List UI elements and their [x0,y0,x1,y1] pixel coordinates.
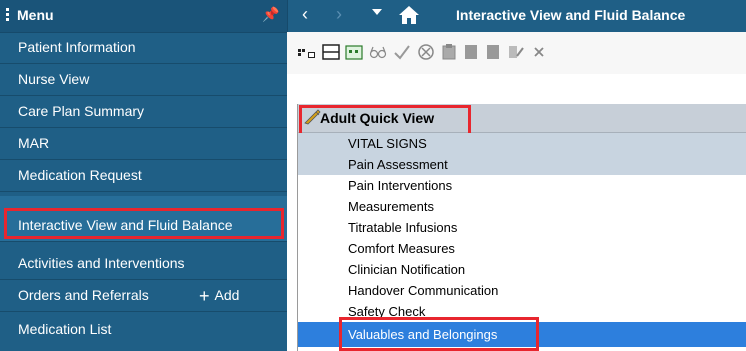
sidebar-item-activities[interactable]: Activities and Interventions [0,248,287,280]
list-item-pain-assessment[interactable]: Pain Assessment [298,154,746,175]
document-icon[interactable] [463,44,479,60]
back-icon[interactable]: ‹ [302,4,308,25]
sidebar: Menu 📌 Patient Information Nurse View Ca… [0,0,287,351]
list-item-label: Pain Assessment [348,157,448,172]
glasses-icon[interactable] [369,44,387,60]
add-button[interactable]: + Add [199,284,240,306]
list-item-label: Titratable Infusions [348,220,458,235]
sidebar-item-interactive-view[interactable]: Interactive View and Fluid Balance [0,196,287,242]
pin-icon[interactable]: 📌 [262,6,279,23]
grid-add-icon[interactable] [297,44,317,60]
list-item-label: VITAL SIGNS [348,136,427,151]
list-item-label: Handover Communication [348,283,499,298]
close-icon[interactable] [532,44,546,60]
list-item-comfort-measures[interactable]: Comfort Measures [298,238,746,259]
sidebar-item-medication-request[interactable]: Medication Request [0,160,287,192]
sidebar-item-label: Care Plan Summary [18,103,145,119]
calendar-icon[interactable] [345,44,363,60]
sidebar-item-orders-referrals[interactable]: Orders and Referrals + Add [0,280,287,312]
menu-title: Menu [17,7,54,23]
band-header[interactable]: Adult Quick View [298,104,746,136]
page-title: Interactive View and Fluid Balance [456,7,686,23]
dropdown-icon[interactable] [372,9,382,15]
list-item-measurements[interactable]: Measurements [298,196,746,217]
document-icon[interactable] [485,44,501,60]
sidebar-item-label: Interactive View and Fluid Balance [18,217,233,233]
add-label: Add [214,287,240,303]
top-nav-bar: ‹ › Interactive View and Fluid Balance [287,0,746,32]
plus-icon: + [199,286,210,306]
list-item-label: Comfort Measures [348,241,455,256]
toolbar [287,32,746,74]
main-content: Adult Quick View VITAL SIGNS Pain Assess… [287,32,746,351]
sidebar-item-label: Patient Information [18,39,136,55]
highlight-box [299,105,471,136]
list-item-label: Pain Interventions [348,178,453,193]
list-item-label: Measurements [348,199,434,214]
document-edit-icon[interactable] [507,44,525,60]
sidebar-item-label: Medication List [18,321,112,337]
sidebar-item-label: MAR [18,135,50,151]
list-item-handover-communication[interactable]: Handover Communication [298,280,746,301]
list-item-vital-signs[interactable]: VITAL SIGNS [298,133,746,154]
clipboard-icon[interactable] [441,44,457,60]
sidebar-item-nurse-view[interactable]: Nurse View [0,64,287,96]
sidebar-item-patient-information[interactable]: Patient Information [0,32,287,64]
layout-icon[interactable] [322,44,340,60]
sidebar-item-label: Activities and Interventions [18,255,185,271]
sidebar-item-label: Nurse View [18,71,90,87]
band-panel: Adult Quick View VITAL SIGNS Pain Assess… [297,104,746,351]
home-icon[interactable] [398,5,420,30]
sidebar-item-medication-list[interactable]: Medication List [0,314,287,346]
menu-header: Menu 📌 [0,0,287,33]
sidebar-item-mar[interactable]: MAR [0,128,287,160]
grip-icon[interactable] [6,8,10,24]
list-item-label: Clinician Notification [348,262,466,277]
checkmark-icon[interactable] [393,44,411,60]
highlight-box [339,317,539,351]
sidebar-item-label: Orders and Referrals [18,287,149,303]
cancel-circle-icon[interactable] [417,44,435,60]
list-item-clinician-notification[interactable]: Clinician Notification [298,259,746,280]
sidebar-item-care-plan-summary[interactable]: Care Plan Summary [0,96,287,128]
list-item-pain-interventions[interactable]: Pain Interventions [298,175,746,196]
list-item-titratable-infusions[interactable]: Titratable Infusions [298,217,746,238]
sidebar-item-label: Medication Request [18,167,142,183]
forward-icon[interactable]: › [336,4,342,25]
